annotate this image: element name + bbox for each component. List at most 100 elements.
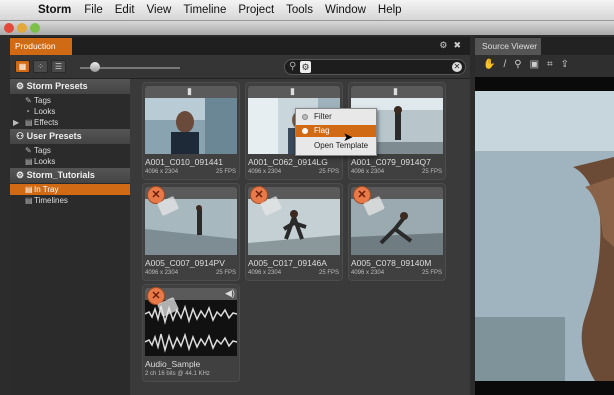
- section-title: User Presets: [26, 131, 82, 141]
- tree-item-label: Looks: [34, 157, 56, 166]
- clip-resolution: 4096 x 2304: [351, 270, 385, 276]
- lock-icon: ▮: [187, 86, 192, 96]
- hand-icon[interactable]: ✋: [483, 59, 503, 70]
- crop-icon[interactable]: ⌗: [547, 59, 561, 70]
- close-icon[interactable]: ✖: [453, 40, 467, 50]
- grid-view-button[interactable]: ▦: [15, 60, 30, 73]
- gear-icon[interactable]: ⚙: [300, 61, 311, 73]
- clip-resolution: 4096 x 2304: [351, 169, 385, 175]
- production-tab-row: Production ⚙✖: [10, 37, 470, 55]
- menu-item-label: Flag: [314, 126, 330, 135]
- clip-name: A005_C017_09146A: [248, 258, 327, 268]
- export-icon[interactable]: ⇪: [561, 59, 577, 70]
- production-toolbar: ▦ ⁘ ☰ ⚲ ⚙ ✕: [10, 55, 470, 79]
- close-window-button[interactable]: [4, 23, 14, 33]
- preset-tree: ⚙ Storm Presets ✎ Tags ◔ Looks ▶ ▤ Effects ⚇…: [10, 79, 130, 395]
- clip-tile[interactable]: ✕ A005_C017_09146A 4096 x 2304 25 FPS: [245, 183, 343, 281]
- zoom-icon[interactable]: ⚲: [514, 59, 529, 70]
- menu-item-open-template[interactable]: Open Template: [296, 140, 376, 152]
- search-icon[interactable]: ⚲: [289, 61, 296, 72]
- section-title: Storm_Tutorials: [26, 170, 95, 180]
- slider-knob[interactable]: [90, 62, 100, 72]
- clip-header: ▮: [145, 86, 237, 98]
- mouse-pointer-icon: ➤: [343, 130, 354, 144]
- disclosure-triangle-icon[interactable]: ▶: [13, 117, 19, 128]
- clip-header: ▮: [248, 86, 340, 98]
- radio-icon: [302, 114, 308, 120]
- menu-item-flag[interactable]: Flag: [296, 125, 376, 137]
- clip-fps: 25 FPS: [215, 169, 236, 175]
- tab-production[interactable]: Production: [10, 38, 72, 55]
- section-storm-tutorials[interactable]: ⚙ Storm_Tutorials: [10, 168, 130, 183]
- save-icon[interactable]: ▣: [530, 59, 547, 70]
- clip-header: ▮: [351, 86, 443, 98]
- gear-icon[interactable]: ⚙: [439, 40, 453, 50]
- lock-icon: ▮: [393, 86, 398, 96]
- clear-icon[interactable]: ✕: [452, 62, 462, 72]
- clip-name: A005_C007_0914PV: [145, 258, 225, 268]
- menu-timeline[interactable]: Timeline: [179, 4, 234, 16]
- small-grid-view-button[interactable]: ⁘: [33, 60, 48, 73]
- tree-item-looks[interactable]: ◔ Looks: [10, 106, 130, 117]
- looks-icon: ◔: [25, 107, 30, 116]
- menu-project[interactable]: Project: [234, 4, 282, 16]
- tree-item-label: Effects: [34, 118, 59, 127]
- window-titlebar: [0, 21, 614, 35]
- clip-tile[interactable]: ✕ A005_C078_09140M 4096 x 2304 25 FPS: [348, 183, 446, 281]
- effects-icon: ▤: [25, 118, 33, 127]
- tree-item-label: In Tray: [34, 185, 59, 194]
- menu-file[interactable]: File: [80, 4, 111, 16]
- clip-tile[interactable]: ▮ A001_C010_091441 4096 x 2304 25 FPS: [142, 82, 240, 180]
- section-storm-presets[interactable]: ⚙ Storm Presets: [10, 79, 130, 94]
- clip-resolution: 4096 x 2304: [248, 270, 282, 276]
- clip-thumbnail: [145, 98, 237, 154]
- menu-edit[interactable]: Edit: [111, 4, 143, 16]
- tag-icon: ✎: [25, 96, 32, 105]
- search-options-menu: Filter Flag Open Template: [295, 108, 377, 156]
- menu-help[interactable]: Help: [374, 4, 410, 16]
- clip-fps: 25 FPS: [421, 270, 442, 276]
- looks-icon: ▤: [25, 157, 33, 166]
- viewer-image: [475, 77, 614, 395]
- clip-audio-format: 2 ch 16 bits @ 44.1 KHz: [145, 371, 210, 377]
- minimize-window-button[interactable]: [17, 23, 27, 33]
- pen-icon[interactable]: /: [503, 59, 514, 70]
- menu-window[interactable]: Window: [321, 4, 374, 16]
- audio-clip-tile[interactable]: ✕ ◀) Audio_Sample 2 ch 16 bits @ 44.1 KH…: [142, 284, 240, 382]
- tree-item-timelines[interactable]: ▤ Timelines: [10, 195, 130, 206]
- clip-name: Audio_Sample: [145, 359, 201, 369]
- menu-tools[interactable]: Tools: [282, 4, 321, 16]
- tab-source-viewer[interactable]: Source Viewer: [475, 38, 541, 55]
- tree-item-label: Tags: [34, 146, 51, 155]
- zoom-window-button[interactable]: [30, 23, 40, 33]
- clip-resolution: 4096 x 2304: [248, 169, 282, 175]
- menu-item-filter[interactable]: Filter: [296, 111, 376, 123]
- section-user-presets[interactable]: ⚇ User Presets: [10, 129, 130, 144]
- tree-item-looks[interactable]: ▤ Looks: [10, 156, 130, 167]
- clip-name: A001_C062_0914LG: [248, 157, 328, 167]
- tree-item-in-tray[interactable]: ▤ In Tray: [10, 184, 130, 195]
- gear-icon: ⚙: [16, 81, 27, 91]
- clip-name: A005_C078_09140M: [351, 258, 432, 268]
- panel-controls: ⚙✖: [439, 40, 467, 51]
- clip-resolution: 4096 x 2304: [145, 169, 179, 175]
- tree-item-tags[interactable]: ✎ Tags: [10, 145, 130, 156]
- menu-view[interactable]: View: [143, 4, 180, 16]
- tree-item-effects[interactable]: ▶ ▤ Effects: [10, 117, 130, 128]
- clip-resolution: 4096 x 2304: [145, 270, 179, 276]
- tree-item-tags[interactable]: ✎ Tags: [10, 95, 130, 106]
- tree-item-label: Timelines: [34, 196, 68, 205]
- gear-icon: ⚙: [16, 170, 27, 180]
- section-title: Storm Presets: [26, 81, 88, 91]
- menu-item-label: Open Template: [314, 141, 369, 150]
- clip-name: A001_C079_0914Q7: [351, 157, 431, 167]
- user-icon: ⚇: [16, 131, 27, 141]
- search-field[interactable]: ⚲ ⚙ ✕: [284, 59, 466, 75]
- clip-tile[interactable]: ✕ A005_C007_0914PV 4096 x 2304 25 FPS: [142, 183, 240, 281]
- clip-fps: 25 FPS: [318, 169, 339, 175]
- source-viewer-panel: Source Viewer ✋/⚲▣⌗⇪: [475, 37, 614, 395]
- menu-bar: Storm File Edit View Timeline Project To…: [0, 0, 614, 21]
- menu-storm[interactable]: Storm: [34, 4, 80, 16]
- tree-item-label: Tags: [34, 96, 51, 105]
- list-view-button[interactable]: ☰: [51, 60, 66, 73]
